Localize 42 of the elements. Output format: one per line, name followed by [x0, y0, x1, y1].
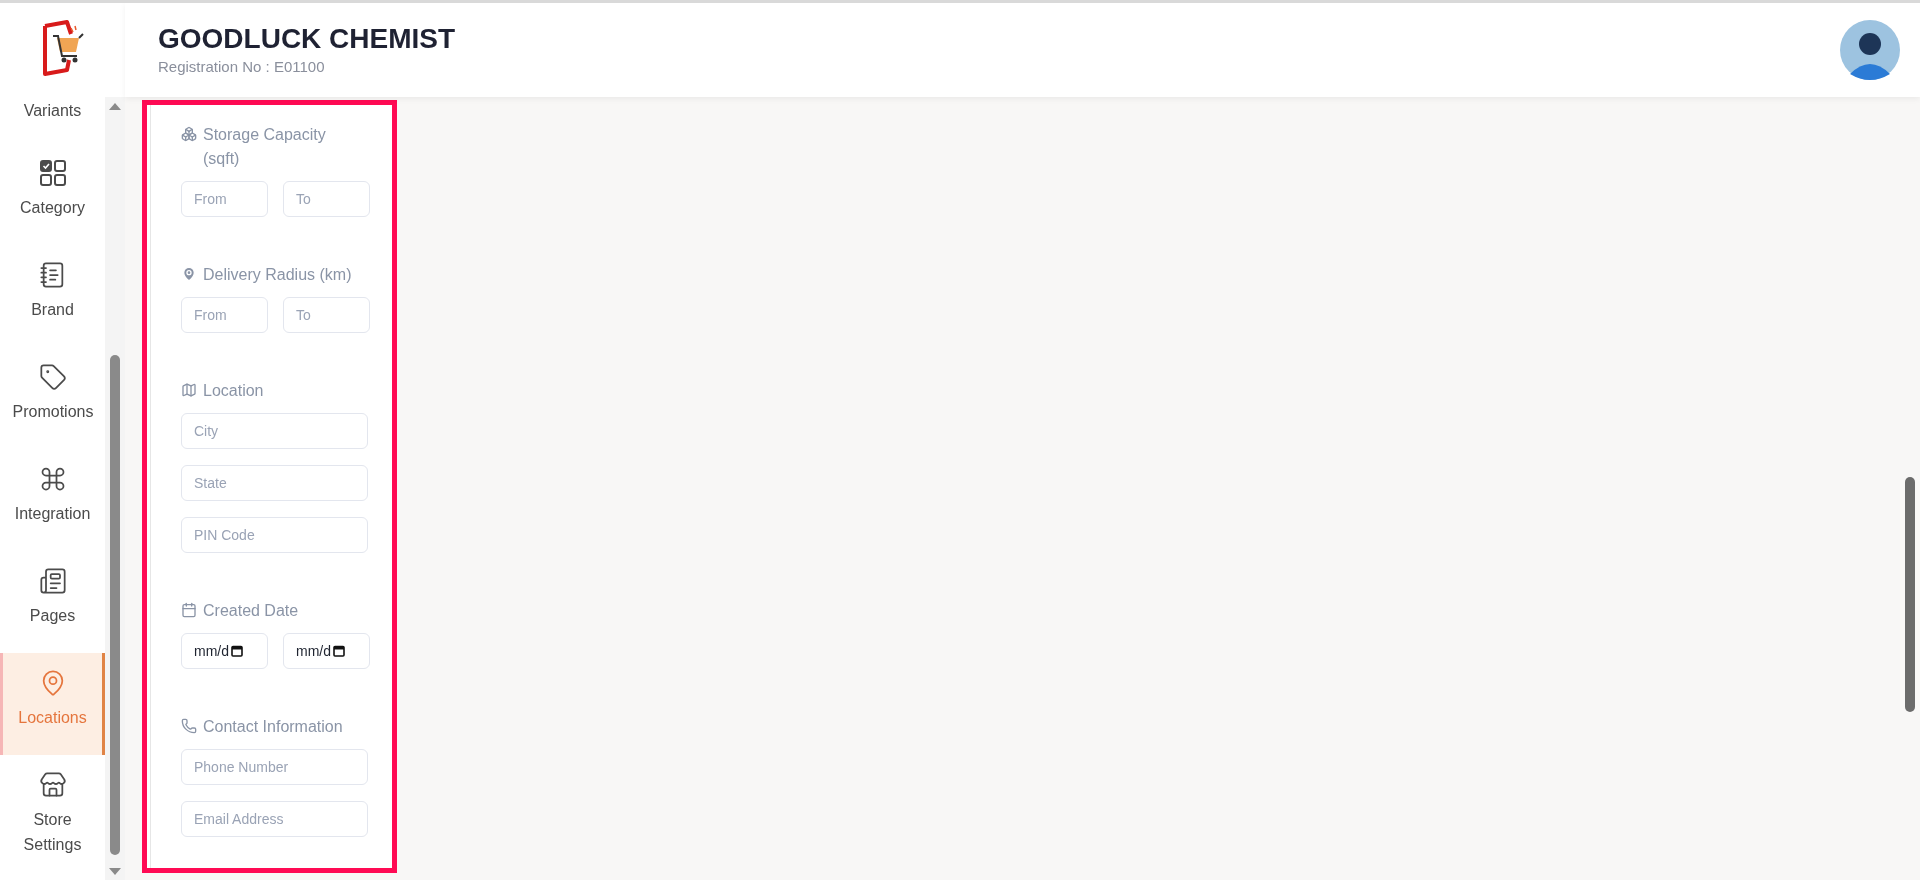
sidebar-item[interactable]: Brand: [0, 245, 105, 347]
newspaper-icon: [38, 567, 67, 595]
filter-label: Created Date: [203, 601, 299, 621]
scroll-down-icon[interactable]: [109, 867, 121, 875]
date-field[interactable]: mm/d: [283, 633, 370, 669]
input-field[interactable]: PIN Code: [181, 517, 368, 553]
input-field[interactable]: Phone Number: [181, 749, 368, 785]
sidebar-item[interactable]: Promotions: [0, 347, 105, 449]
scrollbar-thumb[interactable]: [1905, 477, 1915, 712]
date-field[interactable]: mm/d: [181, 633, 268, 669]
calendar-icon[interactable]: [231, 645, 243, 657]
calendar-icon[interactable]: [333, 645, 345, 657]
store-icon: [38, 771, 67, 799]
input-field[interactable]: To: [283, 181, 370, 217]
sidebar-item[interactable]: Category: [0, 143, 105, 245]
input-field[interactable]: From: [181, 297, 268, 333]
input-field[interactable]: To: [283, 297, 370, 333]
input-field[interactable]: City: [181, 413, 368, 449]
boxes-icon: [181, 126, 197, 142]
sidebar-item[interactable]: Integration: [0, 449, 105, 551]
filter-label: Storage Capacity (sqft): [203, 125, 327, 169]
sidebar-item[interactable]: Store Settings: [0, 755, 105, 857]
phone-icon: [181, 718, 197, 734]
scroll-up-icon[interactable]: [109, 102, 121, 110]
store-title: GOODLUCK CHEMIST: [158, 21, 456, 56]
filter-label: Location: [203, 381, 264, 401]
location-pin-icon: [181, 266, 197, 282]
avatar[interactable]: [1840, 20, 1900, 80]
calendar-icon: [181, 602, 197, 618]
input-field[interactable]: From: [181, 181, 268, 217]
input-field[interactable]: State: [181, 465, 368, 501]
map-icon: [181, 382, 197, 398]
category-icon: [38, 159, 67, 187]
sidebar-item-label[interactable]: Variants: [23, 99, 82, 123]
input-field[interactable]: Email Address: [181, 801, 368, 837]
sidebar-item[interactable]: Pages: [0, 551, 105, 653]
filter-label: Delivery Radius (km): [203, 265, 352, 285]
registration-number: Registration No : E01100: [158, 56, 326, 77]
scrollbar-thumb[interactable]: [110, 355, 120, 855]
scrollbar[interactable]: [105, 97, 125, 880]
filter-label: Contact Information: [203, 717, 343, 737]
tag-icon: [38, 363, 67, 391]
